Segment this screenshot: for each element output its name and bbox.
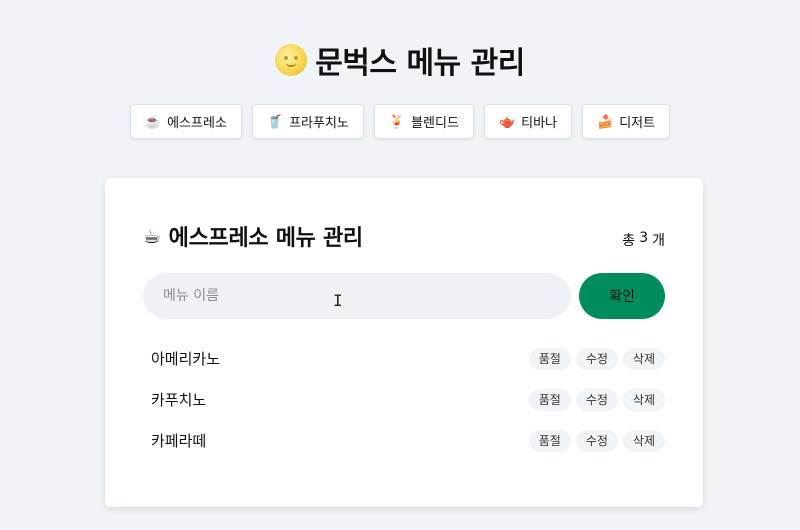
delete-button[interactable]: 삭제 xyxy=(622,388,665,411)
nav-label: 블렌디드 xyxy=(411,115,459,130)
menu-item-name: 아메리카노 xyxy=(151,350,221,368)
delete-button[interactable]: 삭제 xyxy=(622,429,665,452)
item-actions: 품절 수정 삭제 xyxy=(528,388,665,411)
card-title-text: 에스프레소 메뉴 관리 xyxy=(168,226,363,251)
menu-input-row: 확인 xyxy=(143,273,665,319)
edit-button[interactable]: 수정 xyxy=(575,429,618,452)
cake-icon: 🍰 xyxy=(597,114,614,129)
list-item: 카푸치노 품절 수정 삭제 xyxy=(143,379,665,420)
nav-button-frappuccino[interactable]: 🥤 프라푸치노 xyxy=(251,104,364,139)
nav-button-blended[interactable]: 🍹 블렌디드 xyxy=(373,104,474,139)
coffee-icon: ☕ xyxy=(144,114,162,129)
page-title: 문벅스 메뉴 관리 xyxy=(0,38,800,82)
nav-button-espresso[interactable]: ☕ 에스프레소 xyxy=(129,104,242,139)
card-title: ☕ 에스프레소 메뉴 관리 xyxy=(143,220,363,252)
confirm-button[interactable]: 확인 xyxy=(579,273,665,319)
nav-button-dessert[interactable]: 🍰 디저트 xyxy=(582,104,671,139)
menu-item-name: 카페라떼 xyxy=(151,432,207,450)
soldout-button[interactable]: 품절 xyxy=(528,347,571,370)
menu-list: 아메리카노 품절 수정 삭제 카푸치노 품절 수정 삭제 카페라떼 품절 수정 … xyxy=(143,338,665,461)
count-prefix: 총 xyxy=(622,233,636,249)
list-item: 아메리카노 품절 수정 삭제 xyxy=(143,338,665,379)
menu-item-name: 카푸치노 xyxy=(151,391,207,409)
edit-button[interactable]: 수정 xyxy=(575,388,618,411)
nav-label: 프라푸치노 xyxy=(289,115,349,130)
menu-card: ☕ 에스프레소 메뉴 관리 총 3 개 확인 아메리카노 품절 수정 삭제 카푸… xyxy=(105,178,703,507)
tea-icon: 🫖 xyxy=(498,114,516,129)
item-actions: 품절 수정 삭제 xyxy=(528,347,665,370)
frappuccino-icon: 🥤 xyxy=(266,114,284,129)
nav-button-teavana[interactable]: 🫖 티바나 xyxy=(483,104,573,139)
item-actions: 품절 수정 삭제 xyxy=(528,429,665,452)
blended-icon: 🍹 xyxy=(388,114,406,129)
category-nav: ☕ 에스프레소 🥤 프라푸치노 🍹 블렌디드 🫖 티바나 🍰 디저트 xyxy=(0,104,800,139)
nav-label: 에스프레소 xyxy=(167,115,227,130)
delete-button[interactable]: 삭제 xyxy=(622,347,665,370)
moon-face-icon xyxy=(275,44,308,76)
list-item: 카페라떼 품절 수정 삭제 xyxy=(143,420,665,461)
nav-label: 티바나 xyxy=(521,115,558,130)
soldout-button[interactable]: 품절 xyxy=(528,388,571,411)
menu-name-input[interactable] xyxy=(143,273,571,319)
page-title-text: 문벅스 메뉴 관리 xyxy=(315,46,525,81)
coffee-icon: ☕ xyxy=(143,224,161,248)
edit-button[interactable]: 수정 xyxy=(575,347,618,370)
nav-label: 디저트 xyxy=(619,115,656,130)
count-value: 3 xyxy=(639,230,649,246)
card-header: ☕ 에스프레소 메뉴 관리 총 3 개 xyxy=(143,220,665,252)
count-suffix: 개 xyxy=(652,233,665,249)
text-cursor-icon: I xyxy=(333,291,343,310)
menu-count: 총 3 개 xyxy=(622,230,665,250)
soldout-button[interactable]: 품절 xyxy=(528,429,571,452)
